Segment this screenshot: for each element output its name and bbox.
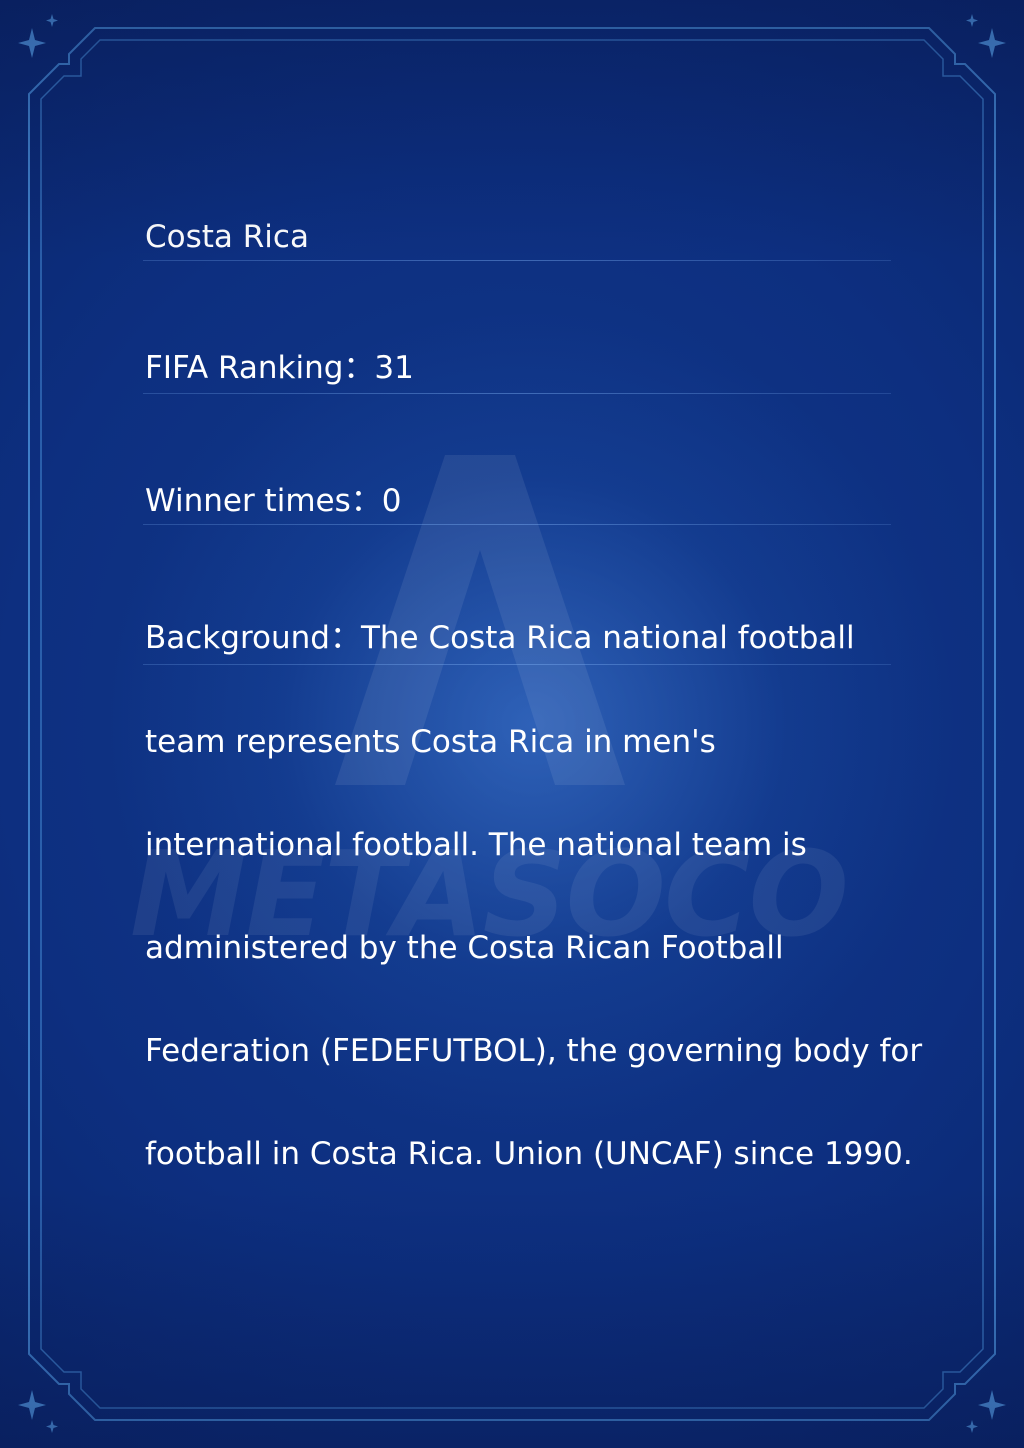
sparkle-icon	[966, 1420, 978, 1433]
team-card: METASOCO Costa Rica FIFA Ranking：31 Winn…	[0, 0, 1024, 1448]
fifa-ranking: FIFA Ranking：31	[145, 350, 414, 386]
background-line: international football. The national tea…	[145, 827, 807, 863]
background-line: administered by the Costa Rican Football	[145, 930, 784, 966]
background-line: football in Costa Rica. Union (UNCAF) si…	[145, 1136, 913, 1172]
background-line: Background：The Costa Rica national footb…	[145, 620, 855, 656]
sparkle-icon	[46, 1420, 58, 1433]
sparkle-icon	[18, 28, 46, 58]
background-line: Federation (FEDEFUTBOL), the governing b…	[145, 1033, 923, 1069]
winner-times: Winner times：0	[145, 483, 402, 519]
team-name: Costa Rica	[145, 219, 309, 255]
background-line: team represents Costa Rica in men's	[145, 724, 716, 760]
sparkle-icon	[978, 28, 1006, 58]
sparkle-icon	[18, 1390, 46, 1420]
divider	[143, 393, 891, 394]
sparkle-icon	[978, 1390, 1006, 1420]
divider	[143, 260, 891, 261]
divider	[143, 524, 891, 525]
sparkle-icon	[46, 14, 58, 27]
divider	[143, 664, 891, 665]
sparkle-icon	[966, 14, 978, 27]
